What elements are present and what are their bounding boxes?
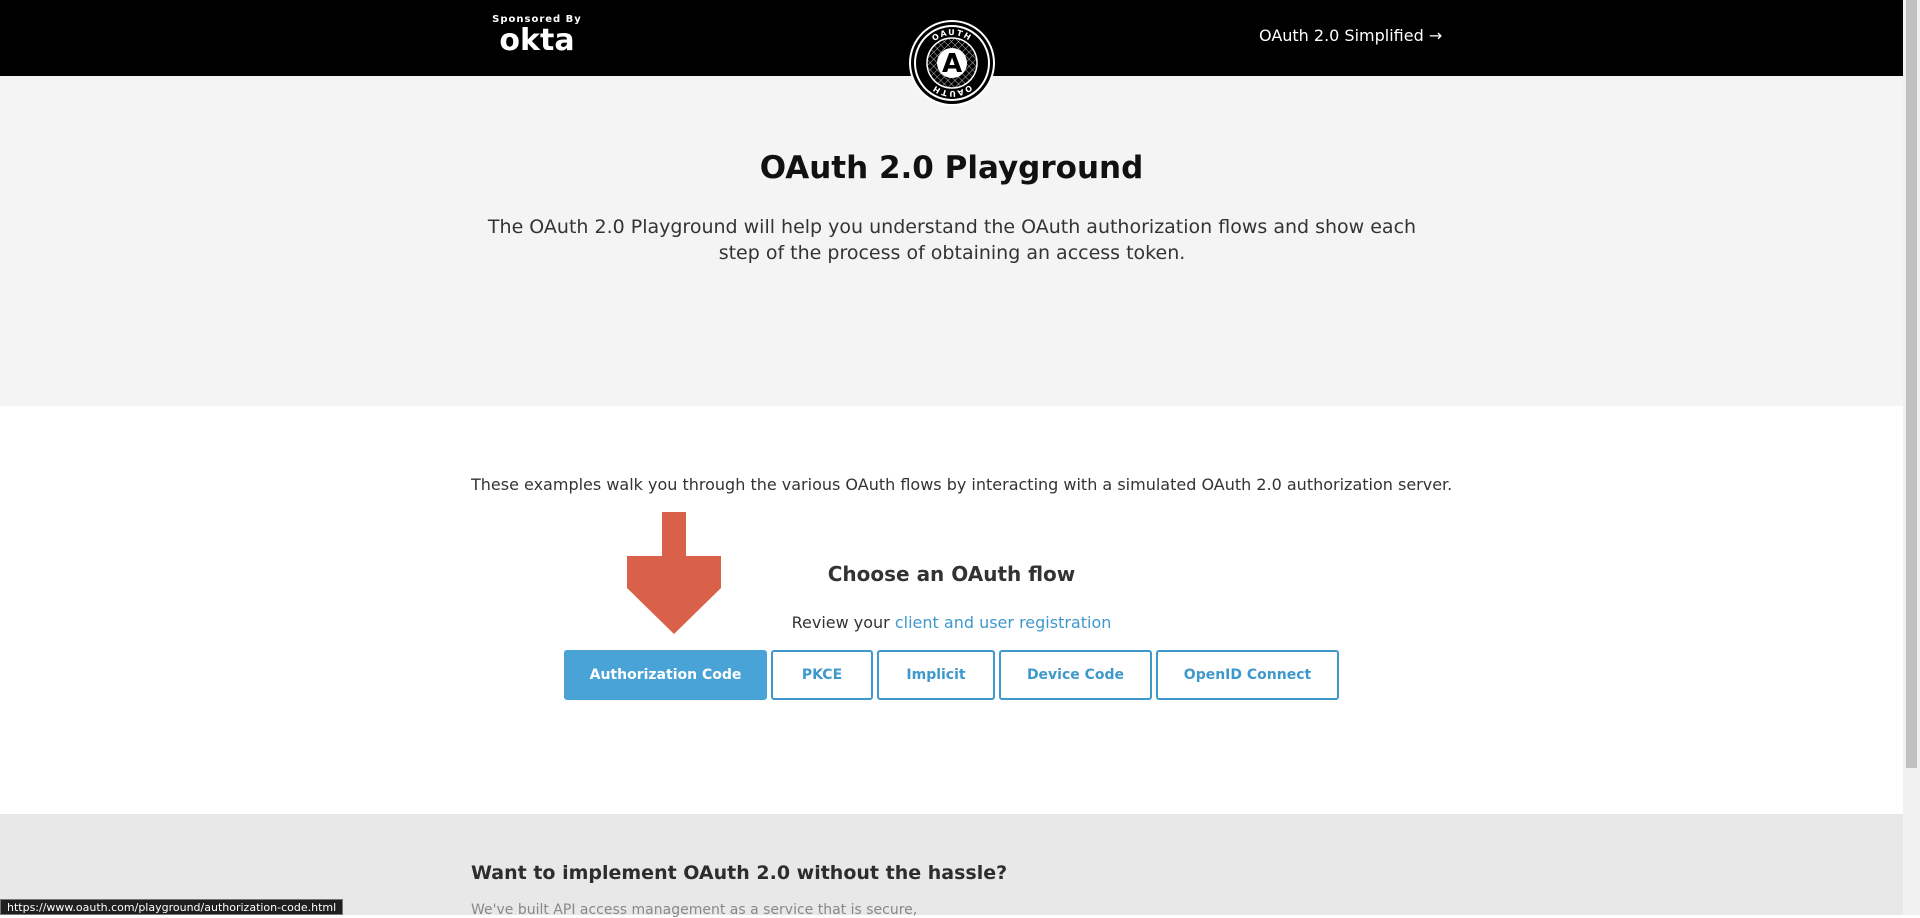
hero-curve-divider — [0, 343, 1903, 387]
logo-letter: A — [942, 49, 962, 79]
promo-title: Want to implement OAuth 2.0 without the … — [471, 862, 1008, 884]
oauth-simplified-link[interactable]: OAuth 2.0 Simplified → — [1259, 26, 1442, 45]
oauth-logo-icon[interactable]: OAUTH OAUTH A — [909, 20, 995, 106]
implicit-button[interactable]: Implicit — [877, 650, 995, 700]
review-line: Review your client and user registration — [0, 613, 1903, 632]
device-code-button[interactable]: Device Code — [999, 650, 1152, 700]
promo-text: We've built API access management as a s… — [471, 902, 918, 918]
scrollbar-thumb[interactable] — [1906, 0, 1917, 768]
vertical-scrollbar[interactable] — [1903, 0, 1920, 915]
authorization-code-button[interactable]: Authorization Code — [564, 650, 767, 700]
openid-connect-button[interactable]: OpenID Connect — [1156, 650, 1339, 700]
client-registration-link[interactable]: client and user registration — [895, 613, 1112, 632]
okta-logo: okta — [499, 23, 575, 58]
hero-description: The OAuth 2.0 Playground will help you u… — [487, 216, 1417, 264]
status-bar-url: https://www.oauth.com/playground/authori… — [0, 899, 344, 915]
pkce-button[interactable]: PKCE — [771, 650, 873, 700]
choose-flow-heading: Choose an OAuth flow — [827, 562, 1076, 586]
intro-text: These examples walk you through the vari… — [471, 475, 1453, 494]
review-prefix: Review your — [791, 613, 890, 632]
page-title: OAuth 2.0 Playground — [759, 150, 1144, 186]
sponsor-block[interactable]: Sponsored By okta — [491, 14, 583, 58]
